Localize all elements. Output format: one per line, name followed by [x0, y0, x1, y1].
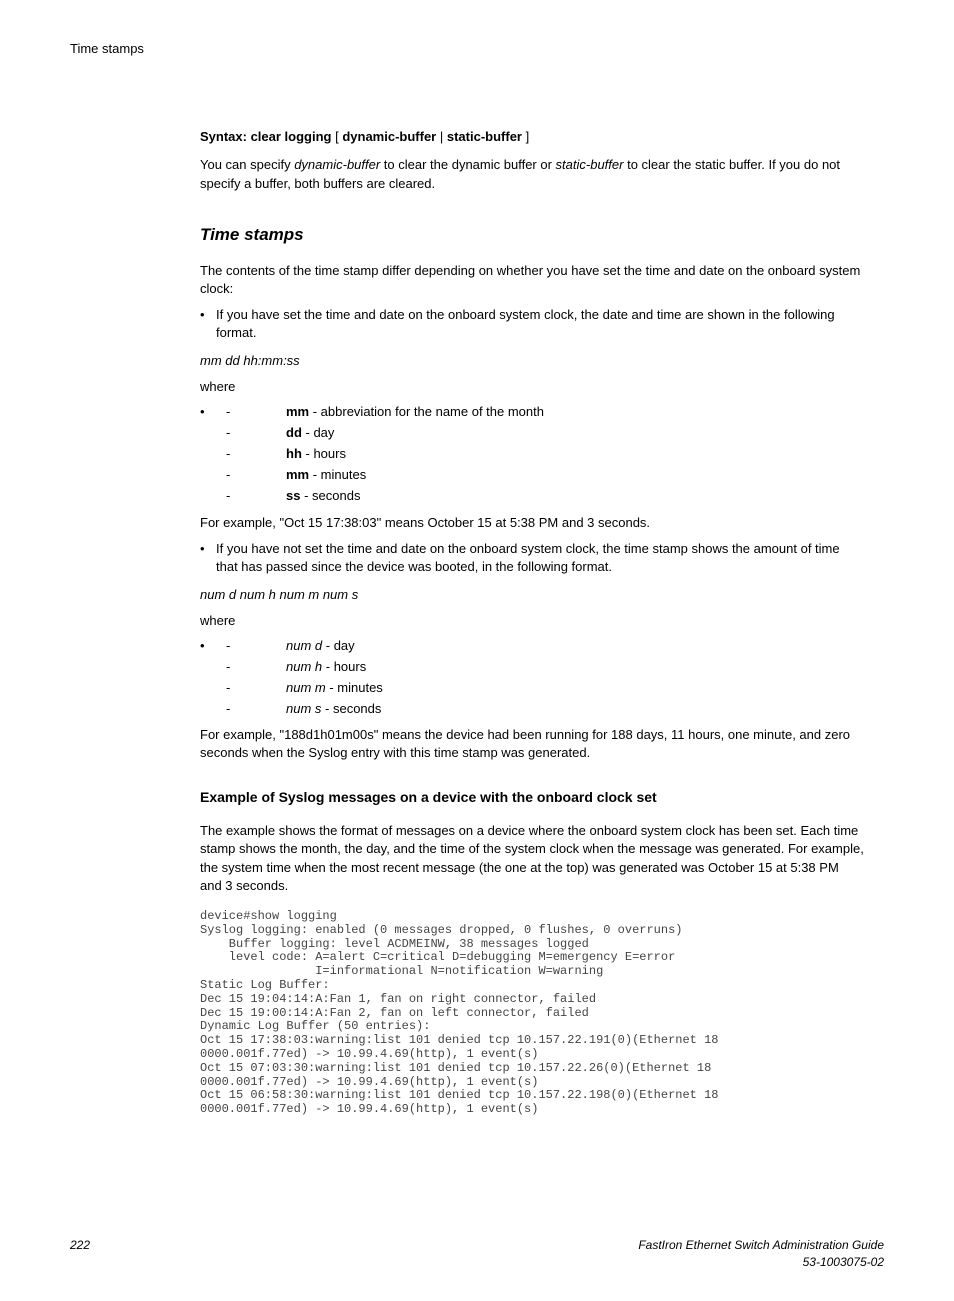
term: num s — [286, 701, 321, 716]
bullet-text: If you have not set the time and date on… — [216, 540, 864, 576]
example-text: For example, "188d1h01m00s" means the de… — [200, 726, 864, 762]
where-label: where — [200, 612, 864, 630]
def-text: mm - abbreviation for the name of the mo… — [286, 403, 864, 421]
bracket: ] — [526, 129, 530, 144]
doc-title: FastIron Ethernet Switch Administration … — [638, 1237, 884, 1254]
def-text: dd - day — [286, 424, 864, 442]
term: num h — [286, 659, 322, 674]
desc: - abbreviation for the name of the month — [309, 404, 544, 419]
bullet-marker: • — [200, 637, 216, 655]
bullet-marker: • — [200, 540, 216, 576]
term: hh — [286, 446, 302, 461]
section-heading-timestamps: Time stamps — [200, 223, 864, 247]
bullet-text: If you have set the time and date on the… — [216, 306, 864, 342]
format-string: num d num h num m num s — [200, 586, 864, 604]
code-block-syslog: device#show logging Syslog logging: enab… — [200, 910, 864, 1117]
bullet-item: • If you have set the time and date on t… — [200, 306, 864, 342]
term: ss — [286, 488, 300, 503]
def-text: num d - day — [286, 637, 864, 655]
def-item: - dd - day — [200, 424, 864, 442]
page-footer: 222 FastIron Ethernet Switch Administrat… — [70, 1237, 884, 1271]
syntax-line: Syntax: clear logging [ dynamic-buffer |… — [200, 128, 864, 146]
dash: - — [216, 487, 286, 505]
example-intro: The example shows the format of messages… — [200, 822, 864, 895]
def-item: - num h - hours — [200, 658, 864, 676]
pipe: | — [440, 129, 447, 144]
def-item: - num m - minutes — [200, 679, 864, 697]
text: You can specify — [200, 157, 294, 172]
syntax-opt1: dynamic-buffer — [342, 129, 436, 144]
term: mm — [286, 404, 309, 419]
where-label: where — [200, 378, 864, 396]
def-text: num h - hours — [286, 658, 864, 676]
dash: - — [216, 637, 286, 655]
dash: - — [216, 700, 286, 718]
desc: - day — [322, 638, 355, 653]
bullet-marker: • — [200, 306, 216, 342]
definition-list-2: • - num d - day - num h - hours - num m … — [200, 637, 864, 719]
term: num d — [286, 638, 322, 653]
syntax-prefix: Syntax: clear logging — [200, 129, 331, 144]
bullet-item: • If you have not set the time and date … — [200, 540, 864, 576]
def-text: mm - minutes — [286, 466, 864, 484]
dash: - — [216, 424, 286, 442]
desc: - hours — [302, 446, 346, 461]
def-item: • - num d - day — [200, 637, 864, 655]
term: static-buffer — [556, 157, 624, 172]
desc: - day — [302, 425, 335, 440]
page-number: 222 — [70, 1237, 90, 1271]
def-text: num m - minutes — [286, 679, 864, 697]
def-item: • - mm - abbreviation for the name of th… — [200, 403, 864, 421]
desc: - minutes — [309, 467, 366, 482]
def-item: - mm - minutes — [200, 466, 864, 484]
page-header-label: Time stamps — [70, 40, 884, 58]
footer-right: FastIron Ethernet Switch Administration … — [638, 1237, 884, 1271]
def-item: - hh - hours — [200, 445, 864, 463]
dash: - — [216, 679, 286, 697]
def-text: hh - hours — [286, 445, 864, 463]
definition-list-1: • - mm - abbreviation for the name of th… — [200, 403, 864, 506]
def-item: - ss - seconds — [200, 487, 864, 505]
desc: - seconds — [300, 488, 360, 503]
timestamps-intro: The contents of the time stamp differ de… — [200, 262, 864, 298]
dash: - — [216, 658, 286, 676]
doc-number: 53-1003075-02 — [638, 1254, 884, 1271]
bullet-marker: • — [200, 403, 216, 421]
dash: - — [216, 445, 286, 463]
main-content: Syntax: clear logging [ dynamic-buffer |… — [200, 128, 864, 1117]
term: mm — [286, 467, 309, 482]
syntax-opt2: static-buffer — [447, 129, 522, 144]
intro-paragraph: You can specify dynamic-buffer to clear … — [200, 156, 864, 192]
example-text: For example, "Oct 15 17:38:03" means Oct… — [200, 514, 864, 532]
desc: - minutes — [326, 680, 383, 695]
def-text: num s - seconds — [286, 700, 864, 718]
def-item: - num s - seconds — [200, 700, 864, 718]
dash: - — [216, 466, 286, 484]
term: dd — [286, 425, 302, 440]
term: num m — [286, 680, 326, 695]
desc: - hours — [322, 659, 366, 674]
def-text: ss - seconds — [286, 487, 864, 505]
dash: - — [216, 403, 286, 421]
desc: - seconds — [321, 701, 381, 716]
text: to clear the dynamic buffer or — [380, 157, 555, 172]
term: dynamic-buffer — [294, 157, 380, 172]
format-string: mm dd hh:mm:ss — [200, 352, 864, 370]
subsection-heading-example: Example of Syslog messages on a device w… — [200, 788, 864, 808]
